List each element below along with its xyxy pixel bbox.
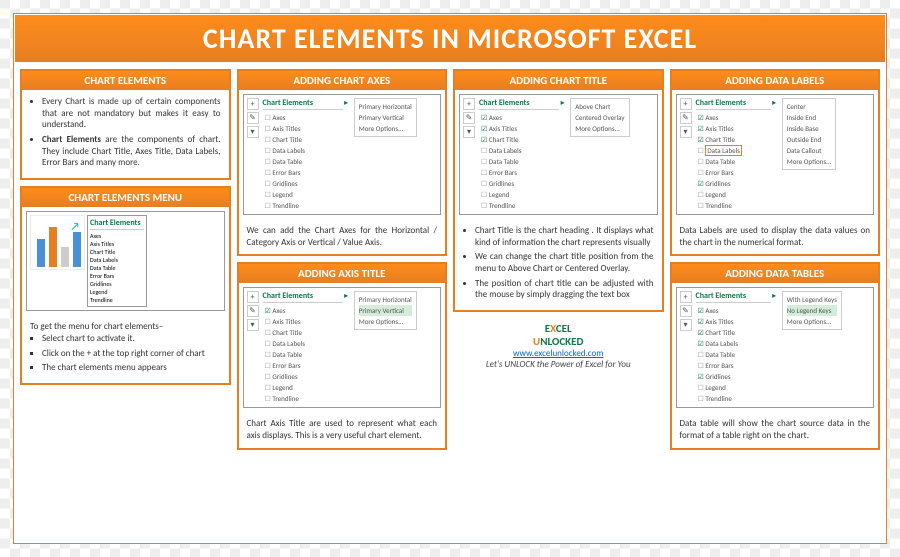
chevron-right-icon: ▸ xyxy=(561,98,565,108)
footer-tagline: Let's UNLOCK the Power of Excel for You xyxy=(453,359,664,370)
main-title: CHART ELEMENTS IN MICROSOFT EXCEL xyxy=(14,14,886,63)
axes-body: We can add the Chart Axes for the Horizo… xyxy=(247,225,438,248)
menu-step: Select chart to activate it. xyxy=(42,333,221,345)
menu-step: Click on the + at the top right corner o… xyxy=(42,348,221,360)
side-icons: +✎▾ xyxy=(463,98,475,138)
card-chart-title: ADDING CHART TITLE +✎▾ Chart Elements Ax… xyxy=(453,69,664,312)
data-tables-body: Data table will show the chart source da… xyxy=(680,418,871,441)
data-labels-body: Data Labels are used to display the data… xyxy=(680,225,871,248)
axes-submenu: Primary HorizontalPrimary VerticalMore O… xyxy=(354,98,417,137)
side-icons: +✎▾ xyxy=(680,98,692,138)
chevron-right-icon: ▸ xyxy=(772,98,776,108)
footer: EXCELUNLOCKED www.excelunlocked.com Let'… xyxy=(453,322,664,370)
side-icons: +✎▾ xyxy=(247,291,259,331)
logo: EXCELUNLOCKED xyxy=(453,322,664,348)
menu-lead: To get the menu for chart elements– xyxy=(30,321,221,333)
intro-item: Every Chart is made up of certain compon… xyxy=(42,96,221,131)
card-chart-elements: CHART ELEMENTS Every Chart is made up of… xyxy=(20,69,231,180)
card-data-tables: ADDING DATA TABLES +✎▾ Chart Elements Ax… xyxy=(670,262,881,449)
footer-link[interactable]: www.excelunlocked.com xyxy=(513,348,603,359)
ct-item: Chart Title is the chart heading . It di… xyxy=(475,225,654,248)
chevron-right-icon: ▸ xyxy=(344,291,348,301)
intro-item: Chart Elements are the components of cha… xyxy=(42,134,221,169)
side-icons: +✎▾ xyxy=(247,98,259,138)
card-menu: CHART ELEMENTS MENU ↗ Chart Elements Axe… xyxy=(20,186,231,385)
card-axes: ADDING CHART AXES +✎▾ Chart Elements Axe… xyxy=(237,69,448,256)
chevron-right-icon: ▸ xyxy=(344,98,348,108)
data-labels-submenu: CenterInside EndInside BaseOutside EndDa… xyxy=(782,98,837,170)
card-title: ADDING CHART TITLE xyxy=(455,71,662,90)
card-title: ADDING DATA TABLES xyxy=(672,264,879,283)
card-title: CHART ELEMENTS xyxy=(22,71,229,90)
card-title: CHART ELEMENTS MENU xyxy=(22,188,229,207)
ct-item: We can change the chart title position f… xyxy=(475,251,654,274)
card-axis-title: ADDING AXIS TITLE +✎▾ Chart Elements Axe… xyxy=(237,262,448,449)
card-data-labels: ADDING DATA LABELS +✎▾ Chart Elements Ax… xyxy=(670,69,881,256)
chart-thumbnail: ↗ xyxy=(30,215,85,270)
data-tables-submenu: With Legend KeysNo Legend KeysMore Optio… xyxy=(782,291,842,330)
axis-title-submenu: Primary HorizontalPrimary VerticalMore O… xyxy=(354,291,417,330)
card-title: ADDING CHART AXES xyxy=(239,71,446,90)
menu-step: The chart elements menu appears xyxy=(42,362,221,374)
card-title: ADDING DATA LABELS xyxy=(672,71,879,90)
chart-title-submenu: Above ChartCentered OverlayMore Options.… xyxy=(570,98,629,137)
card-title: ADDING AXIS TITLE xyxy=(239,264,446,283)
chart-elements-popup: Chart Elements AxesAxis TitlesChart Titl… xyxy=(87,215,147,307)
side-icons: +✎▾ xyxy=(680,291,692,331)
axis-title-body: Chart Axis Title are used to represent w… xyxy=(247,418,438,441)
chevron-right-icon: ▸ xyxy=(772,291,776,301)
ct-item: The position of chart title can be adjus… xyxy=(475,278,654,301)
